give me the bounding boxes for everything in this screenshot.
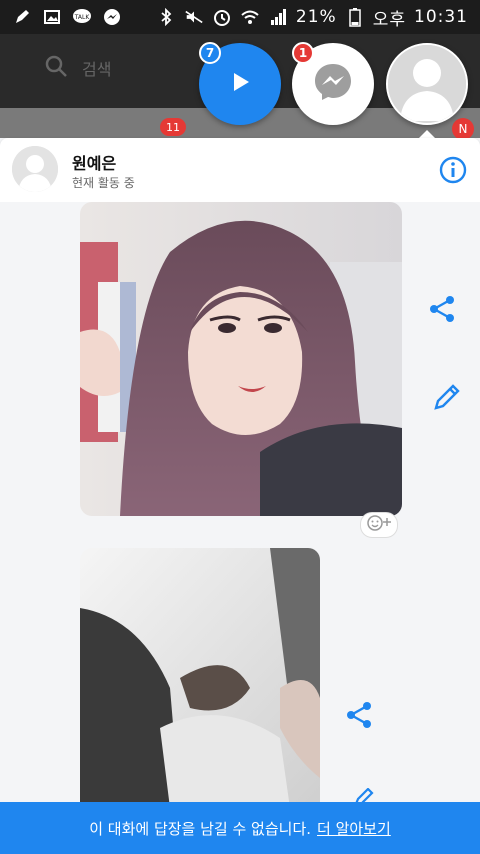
alarm-icon (212, 7, 232, 27)
share-icon[interactable] (428, 294, 458, 328)
image-icon (42, 7, 62, 27)
edit-icon[interactable] (352, 787, 378, 802)
background-badge: 11 (160, 118, 186, 136)
talk-icon: TALK (72, 7, 92, 27)
smiley-plus-icon (365, 514, 393, 536)
status-right: 21% 오후 10:31 (156, 5, 480, 30)
messenger-icon (102, 7, 122, 27)
conversation-header: 원예은 현재 활동 중 (0, 138, 480, 202)
photo-message[interactable] (80, 202, 402, 516)
contact-name: 원예은 (72, 154, 117, 173)
time-ampm: 오후 (372, 9, 406, 30)
learn-more-link[interactable]: 더 알아보기 (317, 818, 391, 839)
background-search: 검색 (44, 54, 111, 82)
status-left-icons: TALK (0, 7, 122, 27)
edit-icon[interactable] (432, 382, 462, 416)
wifi-icon (240, 7, 260, 27)
contact-status: 현재 활동 중 (72, 176, 135, 190)
pen-icon (12, 7, 32, 27)
background-new-badge: N (452, 118, 474, 140)
messenger-icon (311, 60, 355, 108)
bluetooth-icon (156, 7, 176, 27)
messenger-chat-count: 1 (292, 42, 314, 64)
info-icon[interactable] (438, 155, 468, 185)
time: 10:31 (414, 7, 468, 27)
mute-icon (184, 7, 204, 27)
message-list[interactable] (0, 202, 480, 802)
photo-message[interactable] (80, 548, 320, 802)
status-bar: TALK 21% 오후 10:31 (0, 0, 480, 34)
video-chat-count: 7 (199, 42, 221, 64)
add-reaction-button[interactable] (360, 512, 398, 538)
play-icon (227, 69, 253, 99)
signal-icon (268, 7, 288, 27)
search-placeholder: 검색 (82, 60, 112, 79)
battery-percent: 21% (295, 7, 337, 27)
battery-icon (345, 7, 365, 27)
contact-avatar[interactable] (12, 146, 58, 192)
reply-disabled-banner: 이 대화에 답장을 남길 수 없습니다. 더 알아보기 (0, 802, 480, 854)
search-icon (44, 54, 68, 82)
avatar-icon (388, 45, 466, 123)
contact-chat-head[interactable] (386, 43, 468, 125)
reply-disabled-message: 이 대화에 답장을 남길 수 없습니다. (89, 819, 312, 838)
svg-text:TALK: TALK (74, 14, 91, 21)
share-icon[interactable] (345, 700, 375, 734)
